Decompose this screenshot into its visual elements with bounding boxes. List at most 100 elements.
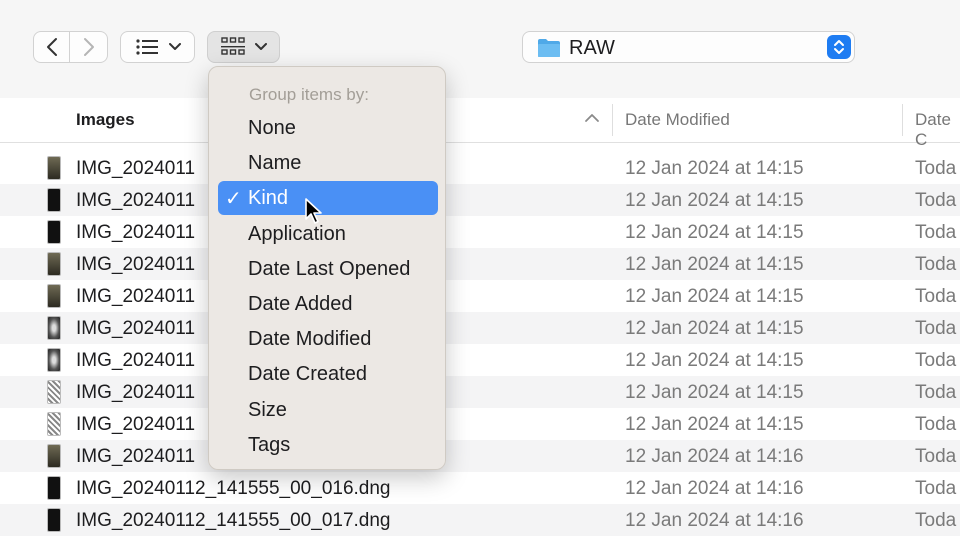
menu-item-label: Name <box>248 152 302 174</box>
image-thumbnail-icon <box>47 412 61 436</box>
file-row[interactable]: IMG_2024011 12 Jan 2024 at 14:15 Toda <box>0 216 960 248</box>
file-date-modified: 12 Jan 2024 at 14:15 <box>625 190 804 211</box>
chevron-down-icon <box>168 43 181 50</box>
menu-heading: Group items by: <box>249 85 369 104</box>
mouse-pointer-icon <box>305 198 322 224</box>
menu-item-label: Date Last Opened <box>248 258 411 280</box>
list-view-icon <box>135 39 158 55</box>
file-name: IMG_2024011 <box>76 254 196 275</box>
menu-item-label: Tags <box>248 434 291 456</box>
column-header-date-modified[interactable]: Date Modified <box>625 110 730 130</box>
file-name: IMG_20240112_141555_00_016.dng <box>76 478 391 499</box>
forward-button[interactable] <box>70 31 108 63</box>
menu-item-date-modified[interactable]: Date Modified <box>218 322 438 356</box>
sort-ascending-icon[interactable] <box>584 113 600 123</box>
checkmark-icon: ✓ <box>225 188 242 210</box>
file-date-created: Toda <box>915 446 957 467</box>
folder-icon <box>538 39 560 57</box>
file-date-created: Toda <box>915 478 957 499</box>
menu-item-label: Kind <box>248 187 289 209</box>
image-thumbnail-icon <box>47 156 61 180</box>
menu-item-none[interactable]: None <box>218 111 438 145</box>
menu-item-label: Size <box>248 399 287 421</box>
file-name: IMG_2024011 <box>76 382 196 403</box>
menu-item-date-last-opened[interactable]: Date Last Opened <box>218 252 438 286</box>
file-row[interactable]: IMG_2024011 12 Jan 2024 at 14:15 Toda <box>0 152 960 184</box>
file-date-created: Toda <box>915 414 957 435</box>
file-date-modified: 12 Jan 2024 at 14:16 <box>625 478 804 499</box>
file-date-created: Toda <box>915 286 957 307</box>
file-date-created: Toda <box>915 510 957 531</box>
file-row[interactable]: IMG_2024011 12 Jan 2024 at 14:15 Toda <box>0 376 960 408</box>
menu-item-label: Date Modified <box>248 328 372 350</box>
chevron-down-icon <box>254 43 267 50</box>
file-name: IMG_2024011 <box>76 286 196 307</box>
file-row[interactable]: IMG_2024011 12 Jan 2024 at 14:15 Toda <box>0 184 960 216</box>
file-row[interactable]: IMG_2024011 12 Jan 2024 at 14:15 Toda <box>0 312 960 344</box>
toolbar: RAW <box>0 0 960 99</box>
path-stepper[interactable] <box>827 35 851 59</box>
file-row[interactable]: IMG_20240112_141555_00_017.dng 12 Jan 20… <box>0 504 960 536</box>
file-date-modified: 12 Jan 2024 at 14:15 <box>625 254 804 275</box>
image-thumbnail-icon <box>47 284 61 308</box>
file-row[interactable]: IMG_20240112_141555_00_016.dng 12 Jan 20… <box>0 472 960 504</box>
file-date-modified: 12 Jan 2024 at 14:15 <box>625 350 804 371</box>
menu-item-application[interactable]: Application <box>218 217 438 251</box>
file-row[interactable]: IMG_2024011 12 Jan 2024 at 14:15 Toda <box>0 248 960 280</box>
image-thumbnail-icon <box>47 444 61 468</box>
file-date-modified: 12 Jan 2024 at 14:16 <box>625 446 804 467</box>
path-popup[interactable]: RAW <box>522 31 855 63</box>
file-name: IMG_2024011 <box>76 158 196 179</box>
menu-item-label: Date Created <box>248 363 367 385</box>
file-row[interactable]: IMG_2024011 12 Jan 2024 at 14:16 Toda <box>0 440 960 472</box>
file-date-created: Toda <box>915 158 957 179</box>
file-row[interactable]: IMG_2024011 12 Jan 2024 at 14:15 Toda <box>0 344 960 376</box>
file-date-modified: 12 Jan 2024 at 14:15 <box>625 414 804 435</box>
menu-item-label: Date Added <box>248 293 353 315</box>
file-name: IMG_2024011 <box>76 446 196 467</box>
file-date-modified: 12 Jan 2024 at 14:15 <box>625 286 804 307</box>
file-date-created: Toda <box>915 318 957 339</box>
image-thumbnail-icon <box>47 220 61 244</box>
image-thumbnail-icon <box>47 476 61 500</box>
file-name: IMG_2024011 <box>76 414 196 435</box>
back-button[interactable] <box>33 31 70 63</box>
image-thumbnail-icon <box>47 252 61 276</box>
image-thumbnail-icon <box>47 508 61 532</box>
path-label: RAW <box>569 37 615 59</box>
file-name: IMG_2024011 <box>76 350 196 371</box>
column-header-bar: Images Date Modified Date C <box>0 98 960 149</box>
column-header-name[interactable]: Images <box>76 110 135 130</box>
menu-item-kind[interactable]: ✓ Kind <box>218 181 438 215</box>
file-date-created: Toda <box>915 190 957 211</box>
file-row[interactable]: IMG_2024011 12 Jan 2024 at 14:15 Toda <box>0 408 960 440</box>
file-date-modified: 12 Jan 2024 at 14:15 <box>625 158 804 179</box>
menu-item-size[interactable]: Size <box>218 393 438 427</box>
column-divider[interactable] <box>902 104 903 136</box>
file-date-created: Toda <box>915 222 957 243</box>
file-date-created: Toda <box>915 350 957 371</box>
file-row[interactable]: IMG_2024011 12 Jan 2024 at 14:15 Toda <box>0 280 960 312</box>
file-name: IMG_20240112_141555_00_017.dng <box>76 510 391 531</box>
column-divider[interactable] <box>612 104 613 136</box>
menu-item-date-added[interactable]: Date Added <box>218 287 438 321</box>
file-list: IMG_2024011 12 Jan 2024 at 14:15 Toda IM… <box>0 152 960 536</box>
grid-group-icon <box>220 37 245 55</box>
file-date-modified: 12 Jan 2024 at 14:15 <box>625 382 804 403</box>
image-thumbnail-icon <box>47 316 61 340</box>
file-date-created: Toda <box>915 382 957 403</box>
view-options-button[interactable] <box>120 31 195 63</box>
menu-item-name[interactable]: Name <box>218 146 438 180</box>
image-thumbnail-icon <box>47 348 61 372</box>
file-name: IMG_2024011 <box>76 318 196 339</box>
image-thumbnail-icon <box>47 188 61 212</box>
file-date-modified: 12 Jan 2024 at 14:15 <box>625 318 804 339</box>
chevron-right-icon <box>83 38 94 56</box>
file-date-modified: 12 Jan 2024 at 14:16 <box>625 510 804 531</box>
column-header-date-created[interactable]: Date C <box>915 110 960 150</box>
menu-item-date-created[interactable]: Date Created <box>218 357 438 391</box>
group-button[interactable] <box>207 31 280 63</box>
file-name: IMG_2024011 <box>76 190 196 211</box>
group-by-menu: Group items by: None Name ✓ Kind Applica… <box>208 66 446 470</box>
menu-item-tags[interactable]: Tags <box>218 428 438 462</box>
